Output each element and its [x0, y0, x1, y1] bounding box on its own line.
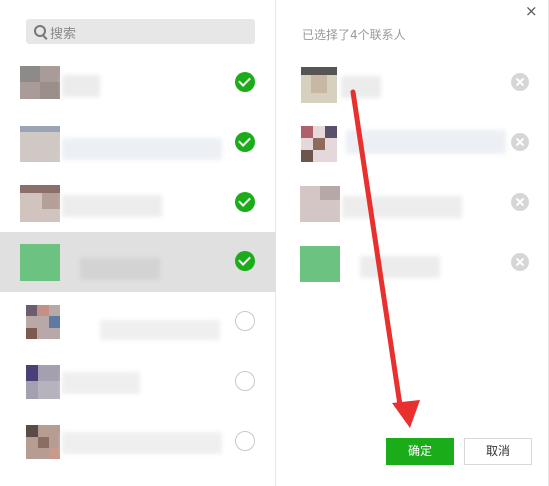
red-annotation-arrow — [350, 89, 420, 428]
cancel-button[interactable]: 取消 — [464, 438, 532, 465]
confirm-button[interactable]: 确定 — [386, 438, 454, 465]
select-contacts-dialog: 搜索 已选择了4个联系人 × 确定 取消 — [0, 0, 549, 486]
